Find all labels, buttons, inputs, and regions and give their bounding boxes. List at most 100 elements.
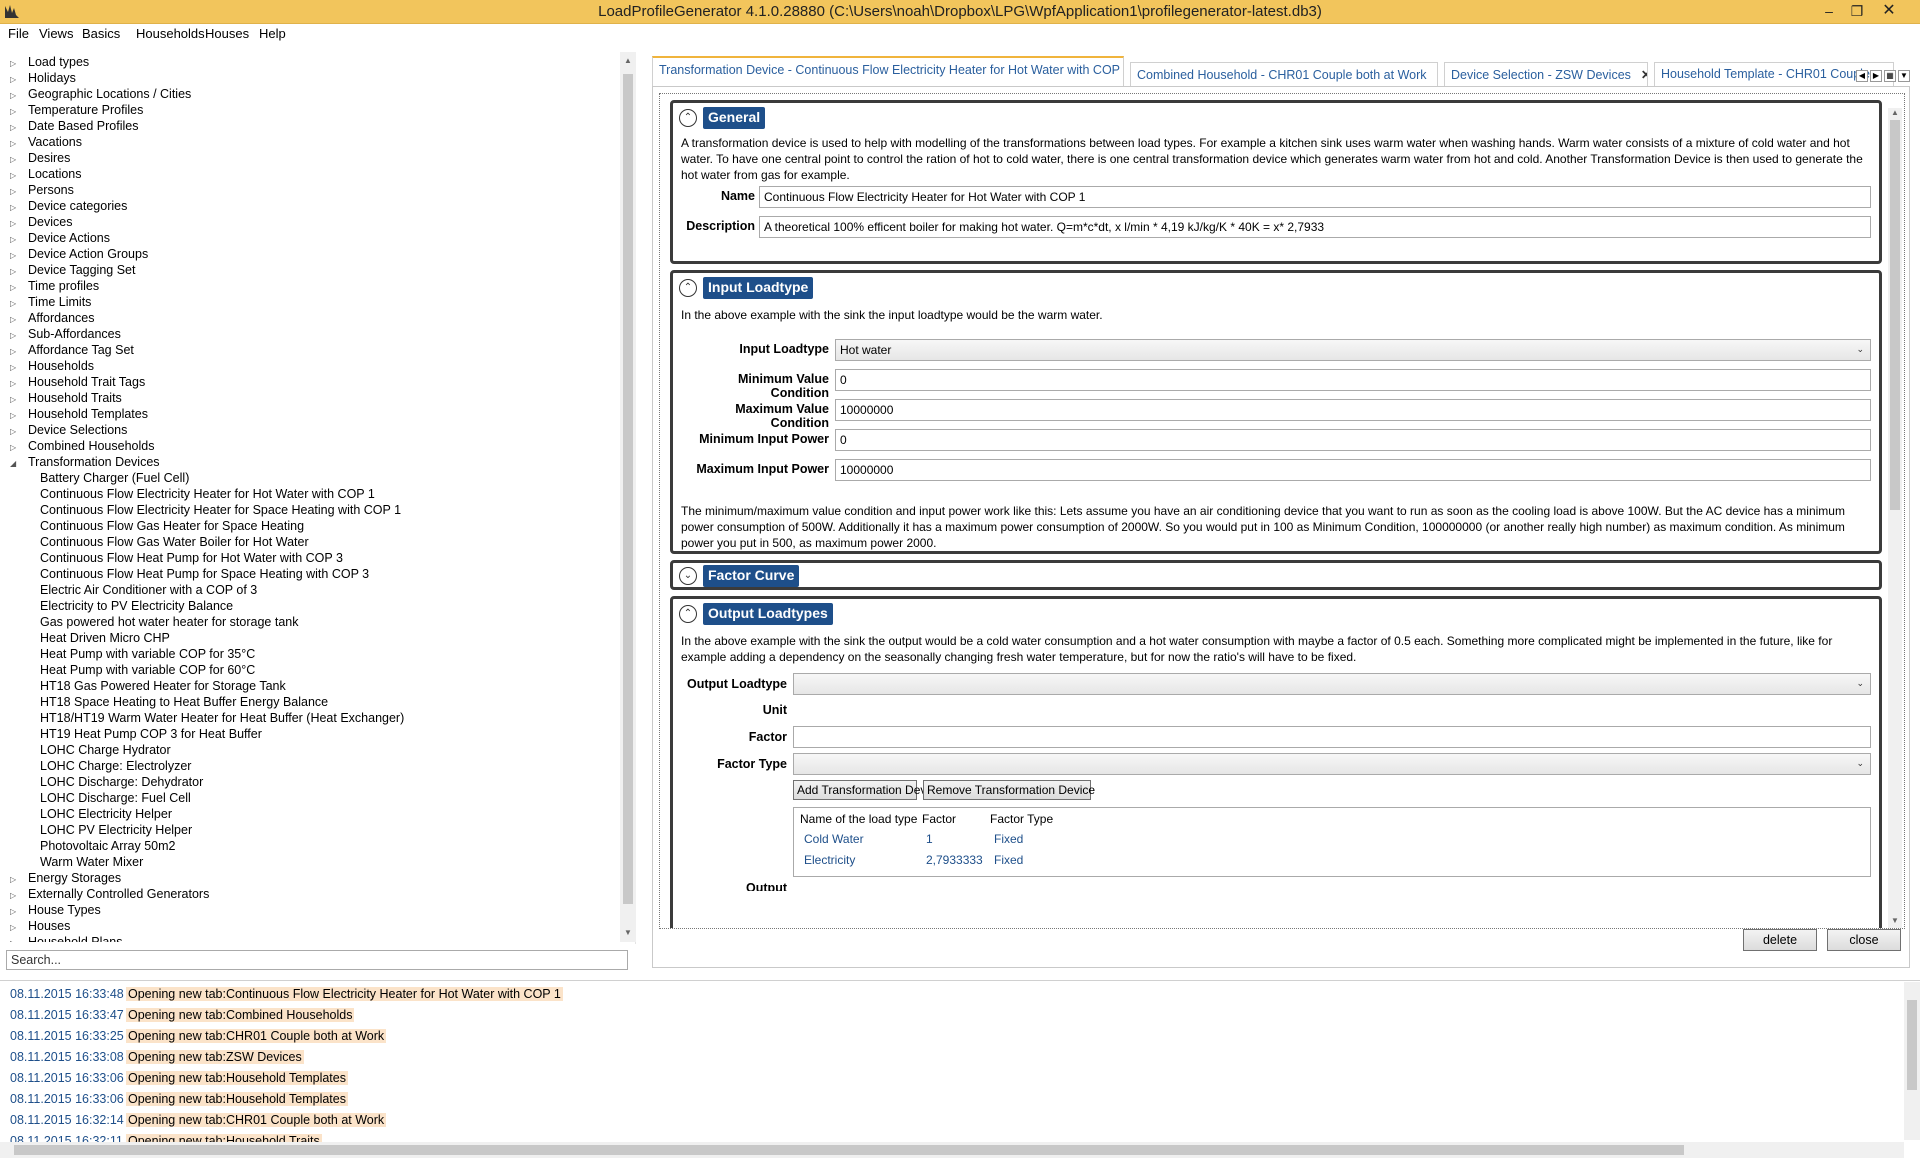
tree-item[interactable]: ▷ Household Plans (10, 934, 123, 942)
tree-item[interactable]: Continuous Flow Gas Water Boiler for Hot… (40, 534, 309, 550)
editor-scrollbar[interactable]: ▲ ▼ (1888, 108, 1902, 928)
tree-item[interactable]: HT18/HT19 Warm Water Heater for Heat Buf… (40, 710, 404, 726)
tree-item[interactable]: ◢ Transformation Devices (10, 454, 160, 470)
tree-item[interactable]: HT18 Space Heating to Heat Buffer Energy… (40, 694, 328, 710)
tree-item[interactable]: Electric Air Conditioner with a COP of 3 (40, 582, 257, 598)
table-cell[interactable]: Electricity (804, 853, 855, 867)
column-header[interactable]: Name of the load type (800, 812, 917, 826)
description-field[interactable]: A theoretical 100% efficent boiler for m… (759, 216, 1871, 238)
tree-item[interactable]: Heat Driven Micro CHP (40, 630, 170, 646)
tree-item[interactable]: Photovoltaic Array 50m2 (40, 838, 176, 854)
input-field[interactable]: 0 (835, 429, 1871, 451)
tab-list-icon[interactable]: ▦ (1884, 70, 1896, 82)
column-header[interactable]: Factor Type (990, 812, 1053, 826)
log-entry[interactable]: 08.11.2015 16:33:08 Opening new tab:ZSW D… (10, 1048, 304, 1066)
tree-item[interactable]: ▷ House Types (10, 902, 101, 918)
tab-scroll-right-icon[interactable]: ▶ (1870, 70, 1882, 82)
menu-file[interactable]: File (8, 26, 29, 41)
table-cell[interactable]: Fixed (994, 853, 1023, 867)
tree-item[interactable]: ▷ Device Action Groups (10, 246, 148, 262)
tree-item[interactable]: ▷ Energy Storages (10, 870, 121, 886)
expand-icon[interactable]: ⌄ (679, 567, 697, 585)
input-field[interactable]: 0 (835, 369, 1871, 391)
tree-item[interactable]: ▷ Time Limits (10, 294, 91, 310)
table-cell[interactable]: Cold Water (804, 832, 864, 846)
tree-item[interactable]: ▷ Device Selections (10, 422, 127, 438)
tree-item[interactable]: ▷ Load types (10, 54, 89, 70)
column-header[interactable]: Factor (922, 812, 956, 826)
log-entry[interactable]: 08.11.2015 16:32:11 Opening new tab:House… (10, 1132, 322, 1142)
menu-houses[interactable]: Houses (205, 26, 249, 41)
tree-item[interactable]: ▷ Houses (10, 918, 70, 934)
tab[interactable]: Transformation Device - Continuous Flow … (652, 56, 1124, 86)
collapse-icon[interactable]: ⌃ (679, 109, 697, 127)
tree-search-input[interactable]: Search... (6, 950, 628, 970)
tree-item[interactable]: ▷ Device Actions (10, 230, 110, 246)
tree-item[interactable]: Gas powered hot water heater for storage… (40, 614, 298, 630)
tab-close-icon[interactable]: ✕ (1641, 68, 1647, 82)
tree-item[interactable]: ▷ Temperature Profiles (10, 102, 143, 118)
input-field[interactable]: 10000000 (835, 459, 1871, 481)
scroll-up-icon[interactable]: ▲ (620, 54, 636, 68)
tree-item[interactable]: ▷ Device categories (10, 198, 127, 214)
tree-item[interactable]: Continuous Flow Electricity Heater for H… (40, 486, 375, 502)
tree-item[interactable]: ▷ Vacations (10, 134, 82, 150)
tab-close-icon[interactable]: ✕ (1437, 68, 1438, 82)
factor-type-select[interactable]: ⌄ (793, 753, 1871, 775)
tree-item[interactable]: ▷ Desires (10, 150, 70, 166)
close-icon[interactable]: ✕ (1878, 1, 1900, 21)
tree-item[interactable]: Continuous Flow Heat Pump for Space Heat… (40, 566, 369, 582)
tree-item[interactable]: ▷ Household Traits (10, 390, 122, 406)
delete-button[interactable]: delete (1743, 929, 1817, 951)
tab-dropdown-icon[interactable]: ▼ (1898, 70, 1910, 82)
log-entry[interactable]: 08.11.2015 16:33:06 Opening new tab:House… (10, 1090, 348, 1108)
table-cell[interactable]: Fixed (994, 832, 1023, 846)
tree-expand-icon[interactable]: ▷ (10, 936, 20, 942)
tree-item[interactable]: ▷ Date Based Profiles (10, 118, 138, 134)
tree-scroll-thumb[interactable] (623, 74, 633, 904)
tree-item[interactable]: Heat Pump with variable COP for 35°C (40, 646, 255, 662)
collapse-icon[interactable]: ⌃ (679, 279, 697, 297)
menu-views[interactable]: Views (39, 26, 73, 41)
tree-item[interactable]: ▷ Affordances (10, 310, 94, 326)
tree-item[interactable]: Electricity to PV Electricity Balance (40, 598, 233, 614)
tree-item[interactable]: ▷ Holidays (10, 70, 76, 86)
scroll-up-icon[interactable]: ▲ (1888, 108, 1902, 120)
tree-item[interactable]: HT19 Heat Pump COP 3 for Heat Buffer (40, 726, 262, 742)
tree-item[interactable]: Continuous Flow Electricity Heater for S… (40, 502, 401, 518)
tree-item[interactable]: ▷ Affordance Tag Set (10, 342, 134, 358)
tree-item[interactable]: ▷ Locations (10, 166, 82, 182)
tree-item[interactable]: LOHC Charge Hydrator (40, 742, 171, 758)
tree-item[interactable]: Continuous Flow Gas Heater for Space Hea… (40, 518, 304, 534)
tree-item[interactable]: ▷ Household Trait Tags (10, 374, 145, 390)
tree-item[interactable]: ▷ Device Tagging Set (10, 262, 135, 278)
log-scroll-thumb[interactable] (1907, 1000, 1917, 1090)
editor-scroll-thumb[interactable] (1890, 120, 1900, 510)
add-transformation-device-button[interactable]: Add Transformation Device (793, 780, 942, 800)
remove-transformation-device-button[interactable]: Remove Transformation Device (923, 780, 1095, 800)
table-cell[interactable]: 2,7933333 (926, 853, 983, 867)
tree-item[interactable]: LOHC PV Electricity Helper (40, 822, 192, 838)
tree-item[interactable]: ▷ Households (10, 358, 94, 374)
log-entry[interactable]: 08.11.2015 16:33:06 Opening new tab:House… (10, 1069, 348, 1087)
table-cell[interactable]: 1 (926, 832, 933, 846)
log-entry[interactable]: 08.11.2015 16:33:25 Opening new tab:CHR01… (10, 1027, 387, 1045)
tree-item[interactable]: ▷ Persons (10, 182, 74, 198)
tree-item[interactable]: ▷ Devices (10, 214, 72, 230)
log-scrollbar[interactable] (1904, 982, 1920, 1140)
factor-field[interactable] (793, 726, 1871, 748)
output-loadtype-select[interactable]: ⌄ (793, 673, 1871, 695)
scroll-down-icon[interactable]: ▼ (620, 926, 636, 940)
tree-item[interactable]: ▷ Externally Controlled Generators (10, 886, 209, 902)
input-field[interactable]: 10000000 (835, 399, 1871, 421)
tree-item[interactable]: Heat Pump with variable COP for 60°C (40, 662, 255, 678)
tab[interactable]: Device Selection - ZSW Devices ✕ (1444, 62, 1648, 86)
tree-item[interactable]: LOHC Discharge: Fuel Cell (40, 790, 191, 806)
tree-item[interactable]: ▷ Household Templates (10, 406, 148, 422)
tree-item[interactable]: LOHC Electricity Helper (40, 806, 172, 822)
restore-icon[interactable]: ❐ (1846, 1, 1868, 21)
menu-help[interactable]: Help (259, 26, 286, 41)
collapse-icon[interactable]: ⌃ (679, 605, 697, 623)
tree-item[interactable]: ▷ Geographic Locations / Cities (10, 86, 191, 102)
horizontal-scroll-thumb[interactable] (14, 1145, 1684, 1155)
